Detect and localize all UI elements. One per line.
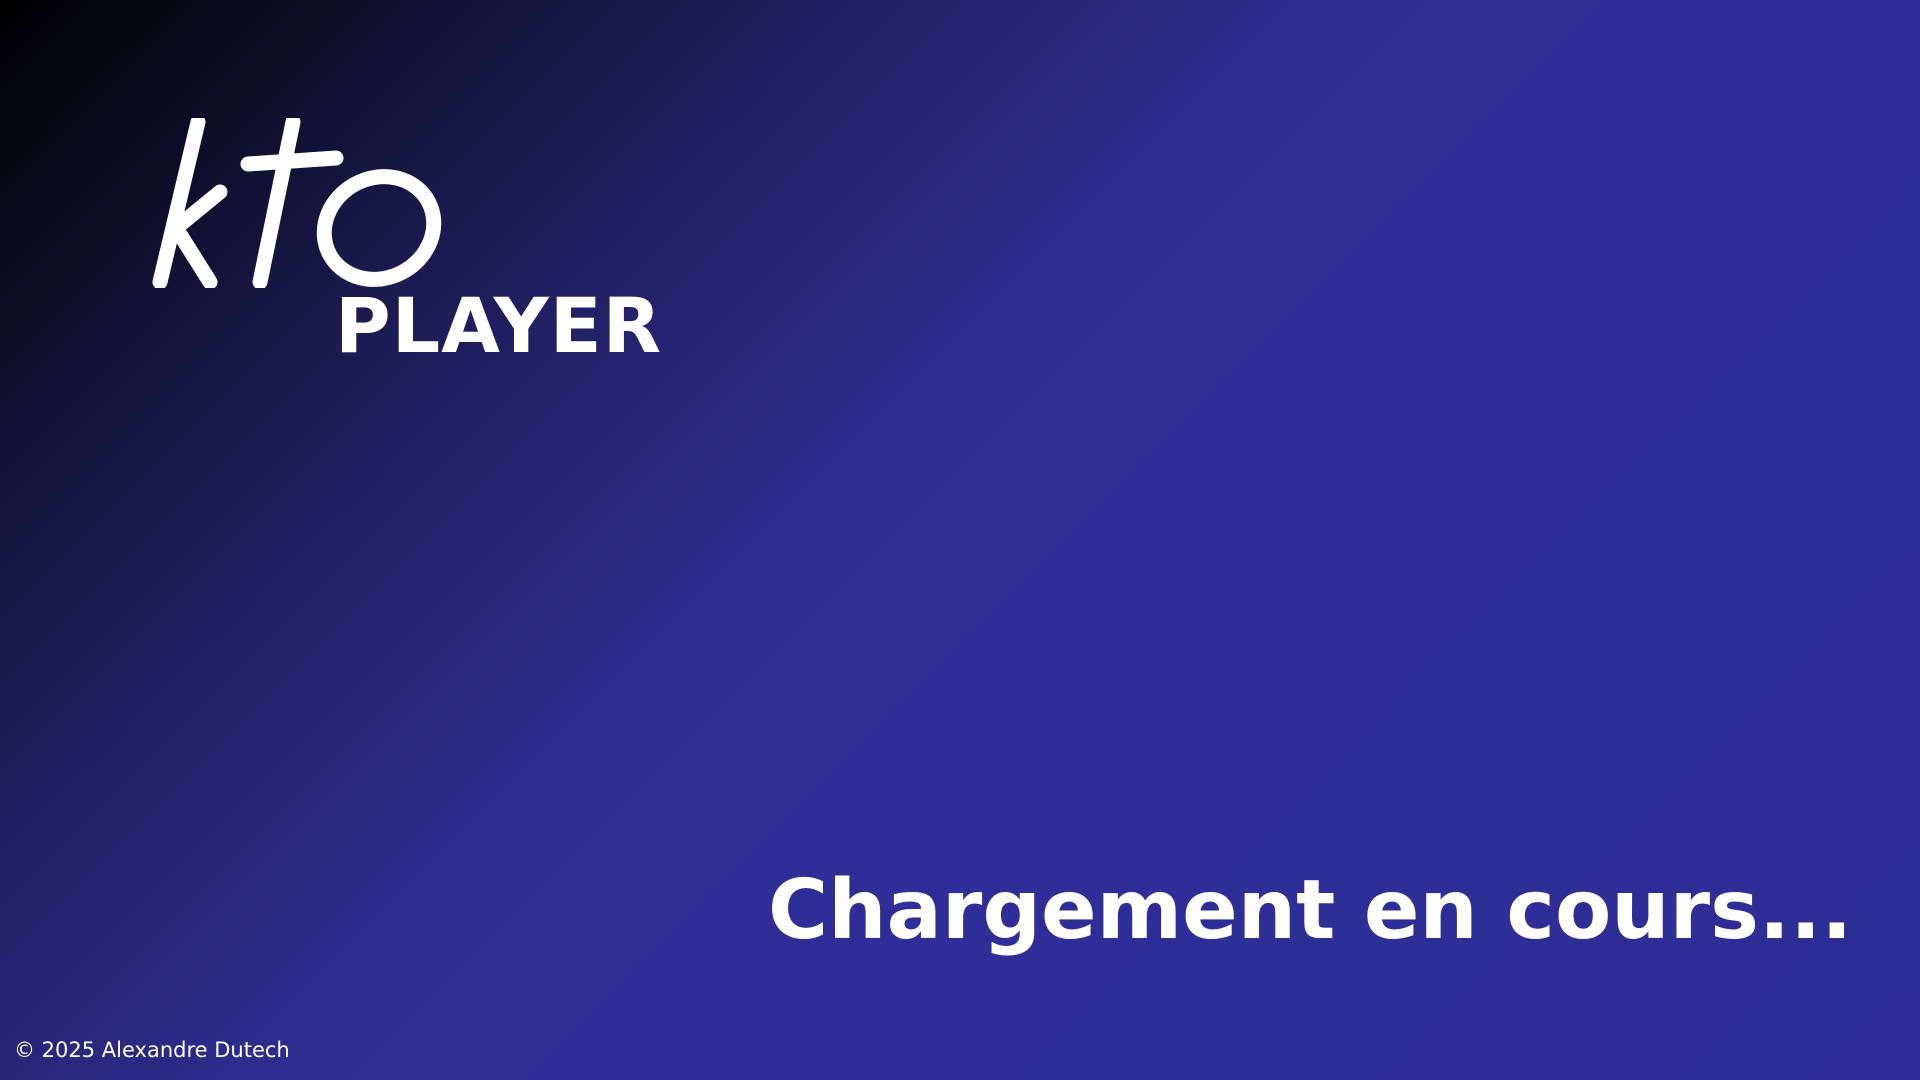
player-label: PLAYER bbox=[335, 281, 663, 370]
splash-screen: { "app": { "logo_name": "kto-logo", "log… bbox=[0, 0, 1920, 1080]
loading-status-text: Chargement en cours... bbox=[768, 863, 1853, 958]
copyright-notice: © 2025 Alexandre Dutech bbox=[14, 1038, 290, 1062]
kto-logo bbox=[150, 118, 450, 288]
